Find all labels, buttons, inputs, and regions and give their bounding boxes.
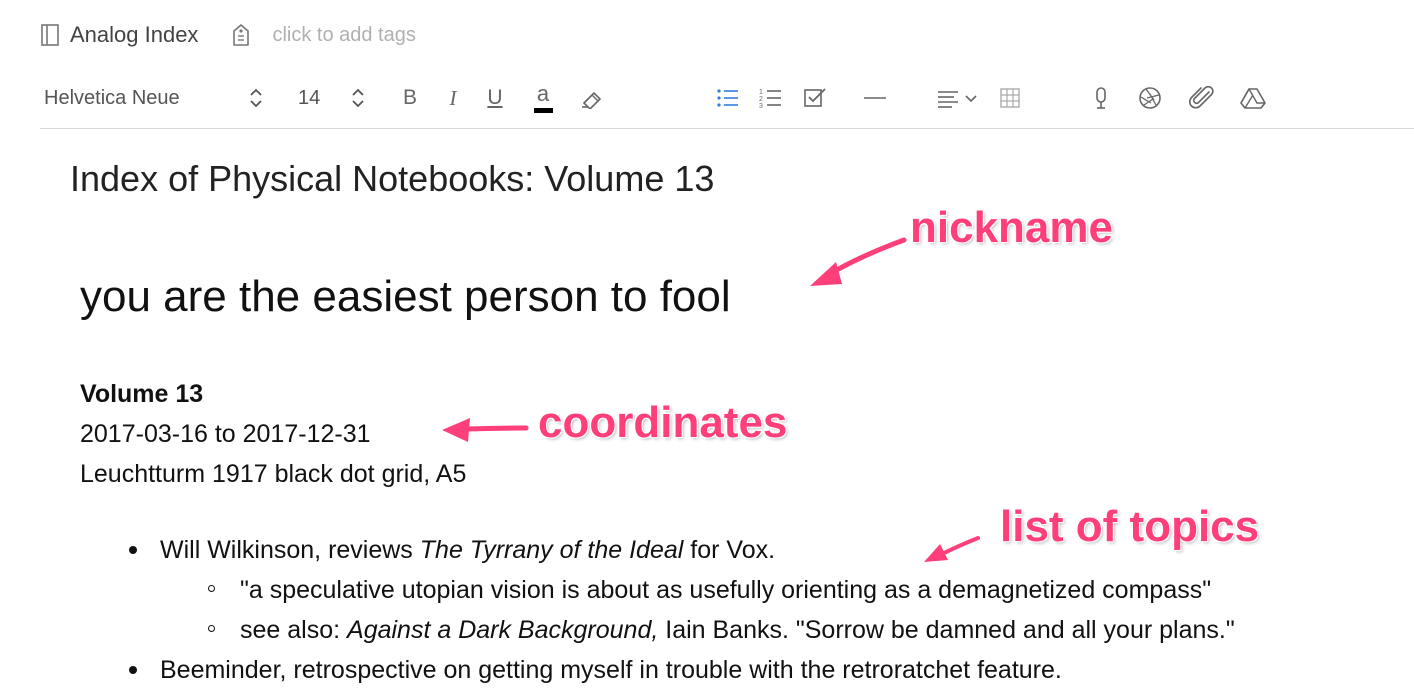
note-title[interactable]: Analog Index	[70, 22, 198, 48]
svg-text:3: 3	[759, 103, 763, 109]
google-drive-icon[interactable]	[1240, 78, 1266, 118]
list-item[interactable]: Beeminder, retrospective on getting myse…	[80, 650, 1235, 690]
arrow-topics-icon	[924, 536, 980, 562]
topics-list[interactable]: Will Wilkinson, reviews The Tyrrany of t…	[80, 530, 1235, 690]
horizontal-rule-icon[interactable]	[862, 78, 888, 118]
bold-icon[interactable]: B	[400, 78, 420, 118]
annotation-topics: list of topics	[1000, 502, 1260, 551]
font-size-stepper-icon[interactable]	[348, 78, 368, 118]
svg-text:1: 1	[759, 89, 763, 96]
microphone-icon[interactable]	[1090, 78, 1112, 118]
hollow-bullet-icon	[208, 585, 215, 592]
bullet-list-icon[interactable]	[715, 78, 741, 118]
notebook-description: Leuchtturm 1917 black dot grid, A5	[80, 460, 467, 488]
tags-input[interactable]: click to add tags	[272, 24, 415, 47]
camera-aperture-icon[interactable]	[1137, 78, 1163, 118]
text-color-icon[interactable]: a	[532, 78, 554, 118]
bullet-icon	[129, 546, 137, 554]
notebook-meta[interactable]: Volume 13 2017-03-16 to 2017-12-31 Leuch…	[80, 374, 466, 494]
heading-nickname[interactable]: you are the easiest person to fool	[80, 272, 731, 322]
underline-icon[interactable]: U	[485, 78, 505, 118]
hollow-bullet-icon	[208, 625, 215, 632]
tag-icon[interactable]	[230, 23, 252, 47]
annotation-coordinates: coordinates	[538, 398, 788, 447]
sub-list-item[interactable]: "a speculative utopian vision is about a…	[80, 570, 1235, 610]
text-color-swatch	[533, 107, 553, 113]
font-size-field[interactable]: 14	[298, 78, 320, 118]
notebook-icon[interactable]	[40, 23, 60, 47]
sub-list-item[interactable]: see also: Against a Dark Background, Iai…	[80, 610, 1235, 650]
date-range: 2017-03-16 to 2017-12-31	[80, 420, 371, 448]
numbered-list-icon[interactable]: 123	[758, 78, 784, 118]
arrow-coordinates-icon	[442, 418, 529, 442]
attachment-icon[interactable]	[1188, 78, 1216, 118]
annotation-nickname: nickname	[910, 203, 1113, 252]
highlighter-icon[interactable]	[580, 78, 606, 118]
volume-label: Volume 13	[80, 380, 204, 408]
font-family-select[interactable]: Helvetica Neue	[44, 78, 180, 118]
toolbar-divider	[40, 128, 1414, 129]
align-icon[interactable]	[935, 78, 985, 118]
checkbox-icon[interactable]	[802, 78, 828, 118]
arrow-nickname-icon	[810, 237, 907, 286]
note-header: Analog Index click to add tags	[40, 18, 416, 52]
bullet-icon	[129, 666, 137, 674]
font-family-stepper-icon[interactable]	[246, 78, 266, 118]
table-icon[interactable]	[998, 78, 1022, 118]
format-toolbar: Helvetica Neue 14 B I U a 123	[40, 78, 1414, 118]
svg-text:2: 2	[759, 96, 763, 103]
italic-icon[interactable]: I	[443, 78, 463, 118]
document-title[interactable]: Index of Physical Notebooks: Volume 13	[70, 158, 714, 200]
